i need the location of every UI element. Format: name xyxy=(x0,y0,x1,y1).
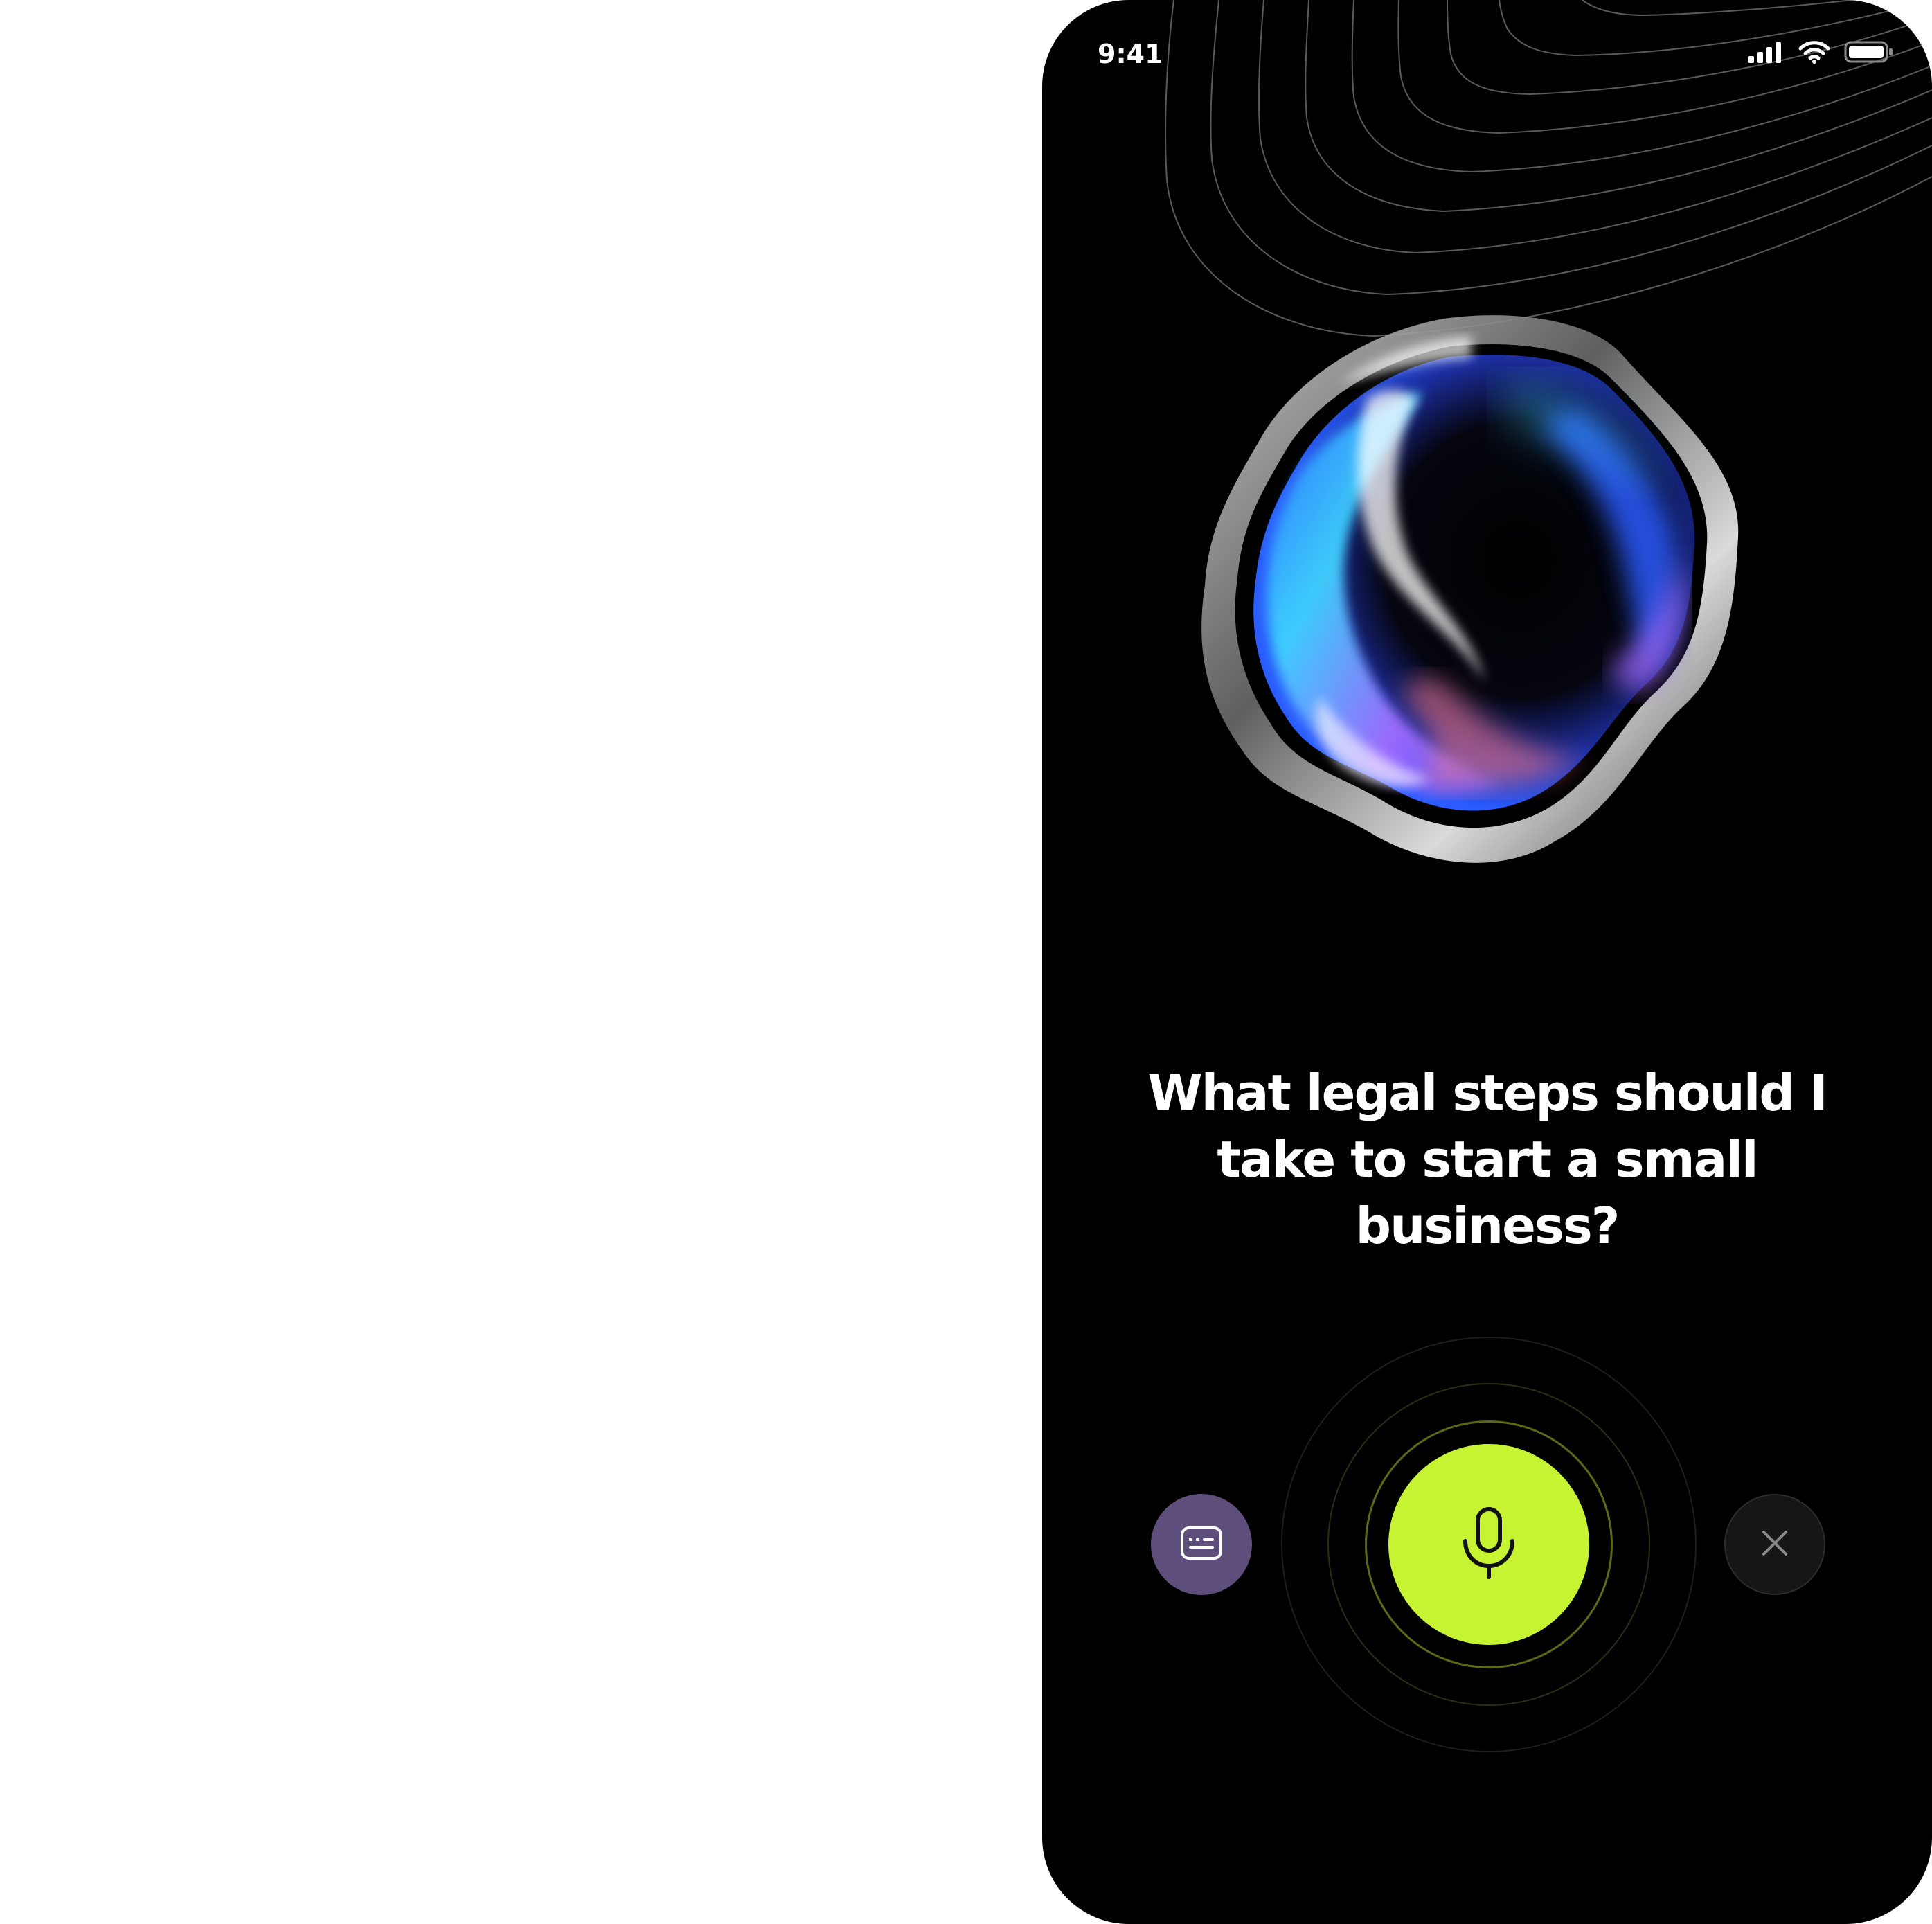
wifi-icon xyxy=(1798,40,1830,66)
close-button[interactable] xyxy=(1724,1494,1825,1595)
captions-icon xyxy=(1179,1524,1224,1565)
captions-button[interactable] xyxy=(1151,1494,1252,1595)
close-icon xyxy=(1760,1528,1790,1561)
voice-controls xyxy=(1042,1337,1932,1752)
voice-query-text: What legal steps should I take to start … xyxy=(1147,1064,1828,1255)
microphone-icon xyxy=(1456,1505,1522,1584)
status-bar-icons xyxy=(1748,40,1894,66)
microphone-button[interactable] xyxy=(1388,1444,1589,1645)
status-bar-time: 9:41 xyxy=(1098,39,1163,69)
cellular-signal-icon xyxy=(1748,41,1785,66)
ai-orb-visual xyxy=(1195,308,1762,890)
battery-icon xyxy=(1844,40,1894,66)
phone-screen: 9:41 What legal steps should I take to s… xyxy=(1042,0,1932,1924)
